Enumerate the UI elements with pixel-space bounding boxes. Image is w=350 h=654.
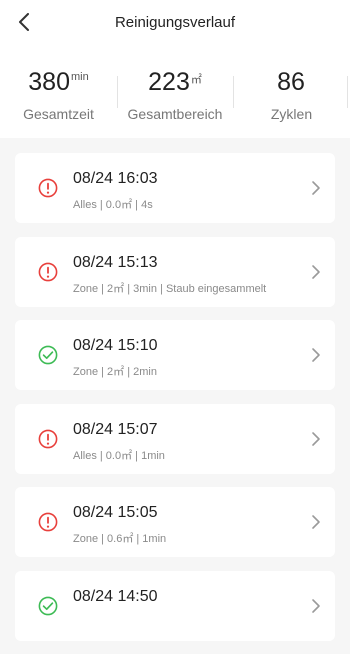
record-datetime: 08/24 15:13 [73,253,158,271]
record-details: Alles | 0.0㎡ | 1min [73,449,165,462]
stat-total-time: 380min Gesamtzeit [0,46,117,138]
stat-label: Gesamtzeit [23,106,94,122]
error-circle-icon [38,178,58,198]
stat-value: 380 [28,68,70,96]
stats-summary: 380min Gesamtzeit 223㎡ Gesamtbereich 86 … [0,46,350,138]
page-title: Reinigungsverlauf [114,14,236,31]
record-details: Zone | 0.6㎡ | 1min [73,533,167,545]
stat-label: Zyklen [270,106,313,122]
record-details: Alles | 0.0㎡ | 4s [73,199,153,211]
error-circle-icon [38,262,58,282]
chevron-right-icon [311,180,321,196]
record-datetime: 08/24 15:05 [73,504,158,521]
history-record-card[interactable]: 08/24 15:05 Zone | 0.6㎡ | 1min [15,487,335,557]
stat-value: 223 [148,68,190,96]
history-record-card[interactable]: 08/24 14:50 [15,570,335,641]
history-record-card[interactable]: 08/24 15:10 Zone | 2㎡ | 2min [15,320,335,390]
cleaning-record-list: 08/24 16:03 Alles | 0.0㎡ | 4s 08/24 15:13 Z… [15,153,335,654]
stat-unit: min [70,71,89,83]
chevron-right-icon [311,431,321,447]
chevron-right-icon [311,264,321,280]
header-bar: Reinigungsverlauf [0,0,350,46]
record-datetime: 08/24 15:10 [73,337,158,354]
stat-unit: ㎡ [190,74,202,86]
record-datetime: 08/24 16:03 [73,170,158,187]
stat-label: Gesamtbereich [127,106,223,122]
chevron-right-icon [311,514,321,530]
chevron-right-icon [311,347,321,363]
record-datetime: 08/24 14:50 [73,587,158,605]
history-record-card[interactable]: 08/24 15:13 Zone | 2㎡ | 3min | Staub eing… [15,236,335,307]
record-details: Zone | 2㎡ | 3min | Staub eingesammelt [73,282,267,295]
stat-cycles: 86 Zyklen [233,46,350,138]
stat-divider [347,76,348,108]
record-details: Zone | 2㎡ | 2min [73,366,157,378]
history-record-card[interactable]: 08/24 15:07 Alles | 0.0㎡ | 1min [15,403,335,474]
stat-total-area: 223㎡ Gesamtbereich [117,46,233,138]
check-circle-icon [38,596,58,616]
error-circle-icon [38,512,58,532]
record-datetime: 08/24 15:07 [73,420,158,438]
history-record-card[interactable]: 08/24 16:03 Alles | 0.0㎡ | 4s [15,153,335,223]
stat-value: 86 [277,68,305,96]
check-circle-icon [38,345,58,365]
error-circle-icon [38,429,58,449]
